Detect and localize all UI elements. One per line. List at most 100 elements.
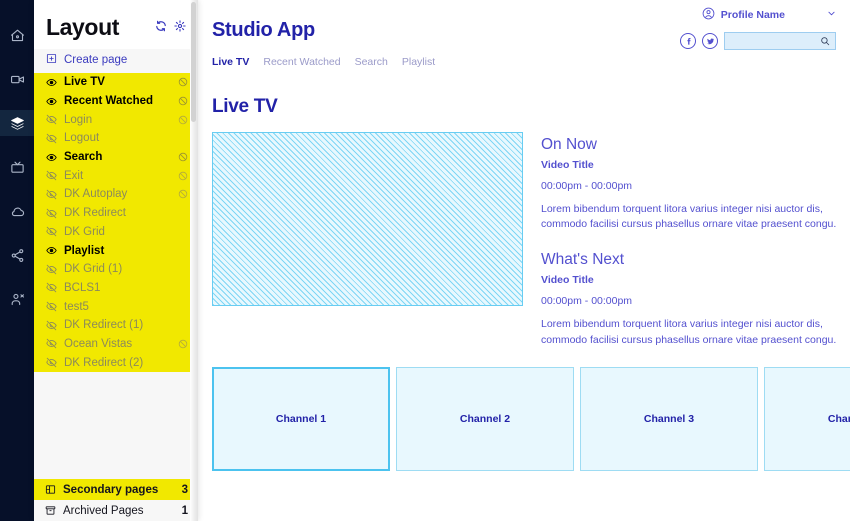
schedule-video-title: Video Title [541, 159, 594, 171]
channel-list: Channel 1Channel 2Channel 3Channel 4 [212, 366, 850, 471]
no-access-icon[interactable] [178, 189, 188, 199]
layout-panel: Layout Create page Live TV Recent Watched… [34, 0, 198, 521]
channel-card[interactable]: Channel 4 [764, 366, 850, 471]
page-list-item-label: DK Redirect (1) [64, 319, 144, 332]
section-title: Live TV [212, 96, 278, 117]
plus-box-icon [46, 53, 57, 67]
page-list-item[interactable]: Login [34, 110, 198, 129]
video-placeholder[interactable] [212, 132, 523, 306]
eye-off-icon[interactable] [46, 301, 57, 312]
page-list-item[interactable]: BCLS1 [34, 279, 198, 298]
channel-card[interactable]: Channel 2 [396, 366, 574, 471]
page-list-item-label: Exit [64, 169, 84, 182]
facebook-icon[interactable] [680, 33, 696, 49]
video-camera-icon [10, 72, 25, 87]
rail-item-share[interactable] [0, 242, 34, 268]
eye-off-icon[interactable] [46, 170, 57, 181]
panel-footer-item[interactable]: Secondary pages 3 [34, 479, 198, 500]
search-icon [820, 36, 830, 46]
rail-item-cloud[interactable] [0, 198, 34, 224]
page-list-item-label: Recent Watched [64, 95, 154, 108]
preview-area: Studio App Profile Name Live TV Recent W… [198, 0, 850, 521]
scrollbar-thumb[interactable] [191, 2, 196, 122]
no-access-icon[interactable] [178, 171, 188, 181]
page-list-item-label: Logout [64, 132, 100, 145]
page-list-item-label: BCLS1 [64, 281, 101, 294]
page-list-item[interactable]: Live TV [34, 73, 198, 92]
panel-header: Layout [34, 0, 198, 49]
page-list-item[interactable]: DK Redirect [34, 204, 198, 223]
rail-item-users[interactable] [0, 286, 34, 312]
eye-icon[interactable] [46, 245, 57, 256]
page-list-item[interactable]: DK Redirect (1) [34, 316, 198, 335]
page-list-item[interactable]: Search [34, 148, 198, 167]
page-list-item[interactable]: DK Grid [34, 223, 198, 242]
page-list-item[interactable]: Logout [34, 129, 198, 148]
eye-off-icon[interactable] [46, 338, 57, 349]
page-list-item-label: Ocean Vistas [64, 337, 133, 350]
page-title: Layout [46, 14, 119, 40]
schedule-time: 00:00pm - 00:00pm [541, 180, 633, 192]
page-list-item-label: DK Redirect (2) [64, 356, 144, 369]
schedule-heading: What's Next [541, 251, 625, 269]
panel-scrollbar[interactable] [190, 0, 198, 521]
rail-item-layout[interactable] [0, 110, 34, 136]
page-list-item-label: DK Redirect [64, 207, 126, 220]
eye-off-icon[interactable] [46, 320, 57, 331]
eye-off-icon[interactable] [46, 189, 57, 200]
panel-footer-item-label: Archived Pages [63, 504, 144, 517]
eye-off-icon[interactable] [46, 357, 57, 368]
eye-off-icon[interactable] [46, 282, 57, 293]
eye-icon[interactable] [46, 77, 57, 88]
schedule-description: Lorem bibendum torquent litora varius in… [541, 318, 837, 346]
app-window: Layout Create page Live TV Recent Watched… [0, 0, 850, 521]
app-title: Studio App [212, 19, 315, 41]
create-page-label: Create page [64, 54, 128, 66]
page-list-item[interactable]: Playlist [34, 241, 198, 260]
preview-top-right [680, 32, 836, 50]
schedule-video-title: Video Title [541, 274, 594, 287]
page-list-item[interactable]: DK Redirect (2) [34, 353, 198, 372]
panel-header-actions [155, 19, 186, 37]
no-access-icon[interactable] [178, 339, 188, 349]
eye-off-icon[interactable] [46, 114, 57, 125]
page-list-item[interactable]: Exit [34, 166, 198, 185]
schedule-info: On Now Video Title 00:00pm - 00:00pm Lorem … [541, 132, 850, 348]
panel-footer-item-count: 3 [181, 483, 188, 496]
panel-footer-item[interactable]: Archived Pages 1 [34, 500, 198, 521]
page-list-item[interactable]: DK Grid (1) [34, 260, 198, 279]
eye-off-icon[interactable] [46, 226, 57, 237]
no-access-icon[interactable] [178, 96, 188, 106]
channel-card[interactable]: Channel 1 [212, 366, 390, 471]
no-access-icon[interactable] [178, 77, 188, 87]
page-list-item-label: Playlist [64, 244, 105, 257]
panel-footer-item-label: Secondary pages [63, 483, 159, 496]
home-icon [10, 28, 25, 43]
rail-item-tv[interactable] [0, 154, 34, 180]
gear-icon[interactable] [174, 19, 186, 37]
no-access-icon[interactable] [178, 152, 188, 162]
eye-icon[interactable] [46, 152, 57, 163]
twitter-icon[interactable] [702, 33, 718, 49]
eye-off-icon[interactable] [46, 264, 57, 275]
chevron-down-icon[interactable] [827, 9, 836, 21]
schedule-description: Lorem bibendum torquent litora varius in… [541, 203, 837, 231]
channel-card[interactable]: Channel 3 [580, 366, 758, 471]
panel-footer-item-count: 1 [181, 504, 188, 517]
eye-off-icon[interactable] [46, 208, 57, 219]
page-list-item-label: Login [64, 113, 93, 126]
rail-item-home[interactable] [0, 22, 34, 48]
page-list-item[interactable]: test5 [34, 297, 198, 316]
eye-icon[interactable] [46, 96, 57, 107]
page-list-item[interactable]: DK Autoplay [34, 185, 198, 204]
no-access-icon[interactable] [178, 115, 188, 125]
profile-name-label: Profile Name [720, 9, 785, 21]
page-list-item[interactable]: Recent Watched [34, 92, 198, 111]
search-input[interactable] [724, 32, 836, 50]
create-page-button[interactable]: Create page [34, 49, 198, 73]
page-list-item[interactable]: Ocean Vistas [34, 335, 198, 354]
rail-item-video[interactable] [0, 66, 34, 92]
eye-off-icon[interactable] [46, 133, 57, 144]
profile-menu[interactable]: Profile Name [702, 7, 836, 23]
refresh-icon[interactable] [155, 19, 167, 37]
